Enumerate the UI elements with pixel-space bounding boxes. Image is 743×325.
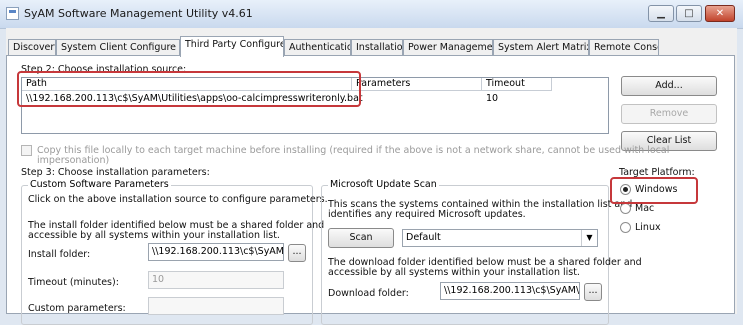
title-bar: SyAM Software Management Utility v4.61 ▁… [0,0,743,29]
custom-parameters-label: Custom parameters: [28,303,126,314]
chevron-down-icon[interactable]: ▼ [581,230,597,246]
window-client: Discovery System Client Configure Third … [6,28,737,325]
download-folder-label: Download folder: [328,288,409,299]
scan-option-select[interactable]: Default ▼ [402,229,598,247]
platform-mac-label[interactable]: Mac [635,203,654,214]
download-folder-browse-button[interactable]: ... [584,283,602,301]
timeout-input[interactable]: 10 [148,271,284,289]
maximize-button[interactable]: □ [676,5,702,22]
scan-button[interactable]: Scan [328,228,394,248]
download-folder-input[interactable]: \\192.168.200.113\c$\SyAM\u [440,282,580,300]
copy-locally-label-cont: impersonation) [37,155,110,166]
install-folder-browse-button[interactable]: ... [288,244,306,262]
platform-linux-label[interactable]: Linux [635,222,661,233]
app-icon [6,7,19,20]
install-folder-input[interactable]: \\192.168.200.113\c$\SyAM\u [148,243,284,261]
tab-discovery[interactable]: Discovery [8,39,56,55]
timeout-label: Timeout (minutes): [28,277,119,288]
tab-power-management[interactable]: Power Management [403,39,493,55]
step3-label: Step 3: Choose installation parameters: [21,167,210,178]
tab-authentication[interactable]: Authentication [284,39,351,55]
highlight-windows-option [610,177,698,204]
install-folder-label: Install folder: [28,249,91,260]
ms-update-description-cont: identifies any required Microsoft update… [328,209,526,220]
platform-mac-radio[interactable] [620,203,631,214]
install-folder-note-cont: accessible by all systems within your in… [28,230,280,241]
close-button[interactable]: ✕ [705,5,735,22]
tab-remote-console[interactable]: Remote Console [589,39,659,55]
add-button[interactable]: Add... [621,76,717,96]
copy-locally-label: Copy this file locally to each target ma… [37,145,670,156]
platform-linux-radio[interactable] [620,222,631,233]
custom-software-parameters-group: Custom Software Parameters Click on the … [21,179,328,325]
tab-system-alert-matrix[interactable]: System Alert Matrix [493,39,589,55]
column-header-timeout[interactable]: Timeout [482,78,552,91]
microsoft-update-scan-group: Microsoft Update Scan This scans the sys… [321,179,642,325]
scan-option-value: Default [406,232,441,243]
tab-installation[interactable]: Installation [351,39,403,55]
window-title: SyAM Software Management Utility v4.61 [24,7,253,20]
microsoft-update-scan-legend: Microsoft Update Scan [328,179,439,190]
third-party-configure-pane: Step 2: Choose installation source: Path… [6,55,735,325]
tab-third-party-configure[interactable]: Third Party Configure [180,36,284,57]
tab-system-client-configure[interactable]: System Client Configure [56,39,180,55]
custom-parameters-input[interactable] [148,297,284,315]
copy-locally-checkbox[interactable] [21,145,32,156]
column-header-parameters[interactable]: Parameters [352,78,482,91]
minimize-button[interactable]: ▁ [648,5,674,22]
row-timeout[interactable]: 10 [486,92,498,105]
download-folder-note-cont: accessible by all systems within your in… [328,267,580,278]
highlight-path-row [17,71,361,107]
remove-button[interactable]: Remove [621,104,717,124]
tab-strip: Discovery System Client Configure Third … [6,36,737,57]
custom-params-intro: Click on the above installation source t… [28,194,328,205]
custom-software-parameters-legend: Custom Software Parameters [28,179,171,190]
